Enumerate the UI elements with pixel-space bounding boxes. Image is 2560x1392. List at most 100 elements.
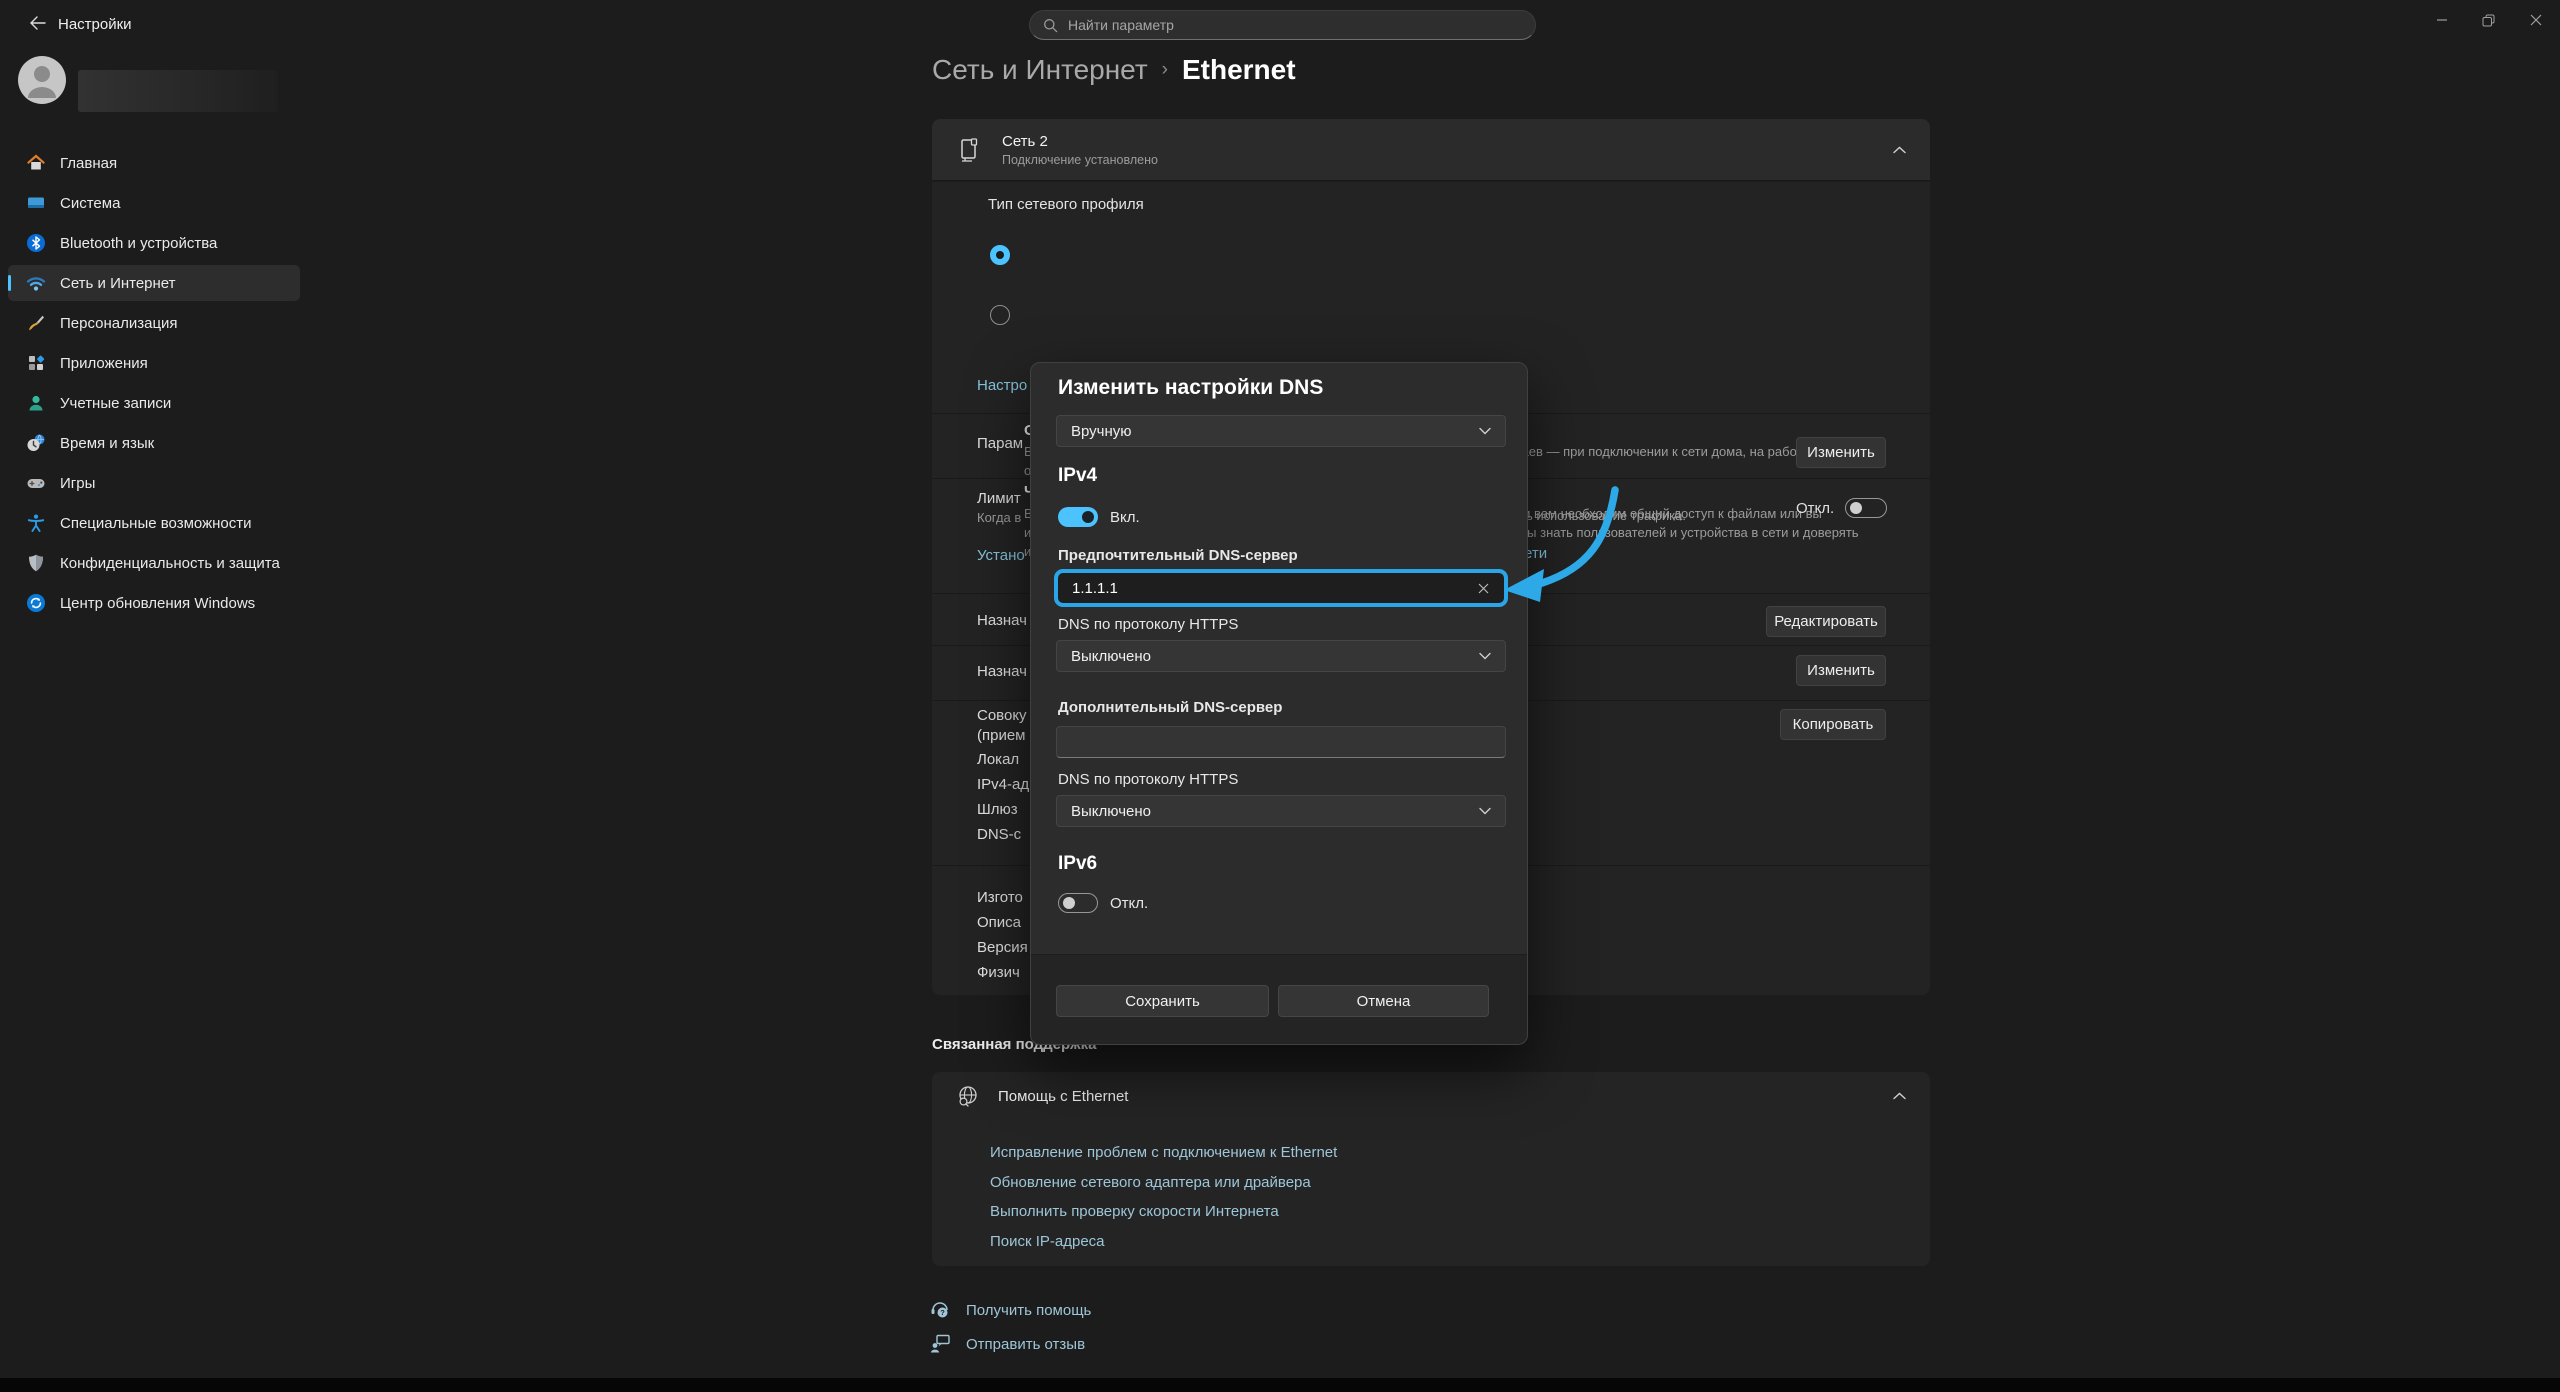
accessibility-icon bbox=[26, 513, 46, 533]
sidebar-item-home[interactable]: Главная bbox=[8, 145, 300, 181]
sidebar-item-bluetooth[interactable]: Bluetooth и устройства bbox=[8, 225, 300, 261]
sidebar-item-windows-update[interactable]: Центр обновления Windows bbox=[8, 585, 300, 621]
edit-dns-button[interactable]: Редактировать bbox=[1766, 606, 1886, 637]
ipv6-toggle[interactable] bbox=[1058, 893, 1098, 913]
brush-icon bbox=[26, 313, 46, 333]
mac-address-label-fragment: Физич bbox=[977, 964, 1020, 981]
system-icon bbox=[26, 193, 46, 213]
edit-auth-button[interactable]: Изменить bbox=[1796, 437, 1886, 468]
ipv4-toggle[interactable] bbox=[1058, 507, 1098, 527]
minimize-button[interactable] bbox=[2418, 0, 2465, 40]
edit-ip-button[interactable]: Изменить bbox=[1796, 655, 1886, 686]
ipv4-toggle-row: Вкл. bbox=[1058, 507, 1140, 527]
feedback-icon bbox=[928, 1332, 952, 1356]
preferred-dns-input[interactable] bbox=[1072, 580, 1462, 597]
close-button[interactable] bbox=[2512, 0, 2559, 40]
help-link-fix-connection[interactable]: Исправление проблем с подключением к Eth… bbox=[990, 1138, 1337, 1168]
dns-assignment-label-fragment: Назнач bbox=[977, 612, 1027, 629]
send-feedback-link[interactable]: Отправить отзыв bbox=[928, 1332, 1085, 1356]
sidebar-item-time-language[interactable]: Время и язык bbox=[8, 425, 300, 461]
radio-private-network[interactable] bbox=[990, 305, 1010, 325]
network-name: Сеть 2 bbox=[1002, 133, 1158, 150]
bottom-edge-strip bbox=[0, 1378, 2560, 1392]
breadcrumb-separator: › bbox=[1162, 59, 1168, 81]
annotation-arrow bbox=[1490, 478, 1650, 608]
sidebar-item-personalization[interactable]: Персонализация bbox=[8, 305, 300, 341]
doh-dropdown-1[interactable]: Выключено bbox=[1056, 640, 1506, 672]
ipv6-heading: IPv6 bbox=[1058, 853, 1097, 875]
sidebar-item-system[interactable]: Система bbox=[8, 185, 300, 221]
link-speed-label-fragment: Совоку bbox=[977, 707, 1027, 724]
network-expander-header[interactable]: Сеть 2 Подключение установлено bbox=[932, 119, 1930, 181]
back-button[interactable] bbox=[22, 10, 54, 36]
chevron-down-icon bbox=[1479, 427, 1491, 435]
preferred-dns-input-highlighted[interactable] bbox=[1054, 569, 1508, 607]
sidebar-item-games[interactable]: Игры bbox=[8, 465, 300, 501]
help-card: Помощь с Ethernet Исправление проблем с … bbox=[932, 1072, 1930, 1266]
preferred-dns-label: Предпочтительный DNS-сервер bbox=[1058, 547, 1298, 564]
help-link-update-adapter[interactable]: Обновление сетевого адаптера или драйвер… bbox=[990, 1168, 1337, 1198]
breadcrumb-parent[interactable]: Сеть и Интернет bbox=[932, 54, 1148, 86]
alternate-dns-input[interactable] bbox=[1056, 726, 1506, 758]
local-link-label-fragment: Локал bbox=[977, 751, 1019, 768]
account-name-blurred bbox=[78, 70, 278, 112]
shield-icon bbox=[26, 553, 46, 573]
bluetooth-icon bbox=[26, 233, 46, 253]
description-label-fragment: Описа bbox=[977, 914, 1021, 931]
breadcrumb: Сеть и Интернет › Ethernet bbox=[932, 50, 1296, 90]
apps-icon bbox=[26, 353, 46, 373]
dns-mode-dropdown[interactable]: Вручную bbox=[1056, 415, 1506, 447]
page-title: Ethernet bbox=[1182, 54, 1296, 86]
data-limit-toggle[interactable] bbox=[1845, 498, 1887, 518]
chevron-down-icon bbox=[1479, 807, 1491, 815]
cancel-button[interactable]: Отмена bbox=[1278, 985, 1489, 1017]
person-icon bbox=[26, 393, 46, 413]
doh-label-2: DNS по протоколу HTTPS bbox=[1058, 771, 1238, 788]
data-limit-label-fragment: Лимит bbox=[977, 490, 1021, 507]
svg-text:?: ? bbox=[940, 1308, 945, 1317]
ipv4-heading: IPv4 bbox=[1058, 465, 1097, 487]
chevron-up-icon[interactable] bbox=[1893, 146, 1906, 154]
firewall-settings-link-fragment[interactable]: Настро bbox=[977, 377, 1027, 394]
settings-search[interactable] bbox=[1029, 10, 1536, 40]
gamepad-icon bbox=[26, 473, 46, 493]
search-input[interactable] bbox=[1068, 17, 1488, 33]
sidebar-nav: Главная Система Bluetooth и устройства С… bbox=[8, 145, 300, 625]
chevron-up-icon[interactable] bbox=[1893, 1092, 1906, 1100]
copy-button[interactable]: Копировать bbox=[1780, 709, 1886, 740]
help-card-title: Помощь с Ethernet bbox=[998, 1088, 1128, 1105]
sidebar-item-privacy[interactable]: Конфиденциальность и защита bbox=[8, 545, 300, 581]
profile-type-label: Тип сетевого профиля bbox=[988, 196, 1144, 213]
sidebar-item-network[interactable]: Сеть и Интернет bbox=[8, 265, 300, 301]
ipv4-toggle-label: Вкл. bbox=[1110, 509, 1140, 526]
home-icon bbox=[26, 153, 46, 173]
link-speed-label-fragment-2: (прием bbox=[977, 727, 1026, 744]
get-help-link[interactable]: ? Получить помощь bbox=[928, 1298, 1091, 1322]
headset-help-icon: ? bbox=[928, 1298, 952, 1322]
help-link-speed-test[interactable]: Выполнить проверку скорости Интернета bbox=[990, 1197, 1337, 1227]
avatar[interactable] bbox=[18, 56, 66, 104]
dns-settings-dialog: Изменить настройки DNS Вручную IPv4 Вкл.… bbox=[1030, 362, 1528, 1045]
chevron-down-icon bbox=[1479, 652, 1491, 660]
globe-help-icon bbox=[956, 1084, 980, 1108]
limit-toggle-label: Откл. bbox=[1796, 500, 1834, 517]
auth-settings-label-fragment: Парам bbox=[977, 435, 1023, 452]
help-link-find-ip[interactable]: Поиск IP-адреса bbox=[990, 1227, 1337, 1257]
ipv6-toggle-row: Откл. bbox=[1058, 893, 1148, 913]
help-links: Исправление проблем с подключением к Eth… bbox=[990, 1138, 1337, 1256]
restore-button[interactable] bbox=[2465, 0, 2512, 40]
sidebar-item-apps[interactable]: Приложения bbox=[8, 345, 300, 381]
ip-assignment-label-fragment: Назнач bbox=[977, 663, 1027, 680]
doh-dropdown-2[interactable]: Выключено bbox=[1056, 795, 1506, 827]
set-limit-link-fragment[interactable]: Устано bbox=[977, 547, 1025, 564]
data-limit-desc-fragment: Когда в bbox=[977, 510, 1021, 525]
help-expander-header[interactable]: Помощь с Ethernet bbox=[932, 1072, 1930, 1120]
save-button[interactable]: Сохранить bbox=[1056, 985, 1269, 1017]
sidebar-item-accessibility[interactable]: Специальные возможности bbox=[8, 505, 300, 541]
doh-label-1: DNS по протоколу HTTPS bbox=[1058, 616, 1238, 633]
radio-public-network[interactable] bbox=[990, 245, 1010, 265]
update-icon bbox=[26, 593, 46, 613]
sidebar-item-accounts[interactable]: Учетные записи bbox=[8, 385, 300, 421]
dialog-footer: Сохранить Отмена bbox=[1031, 954, 1527, 1044]
alternate-dns-label: Дополнительный DNS-сервер bbox=[1058, 699, 1282, 716]
